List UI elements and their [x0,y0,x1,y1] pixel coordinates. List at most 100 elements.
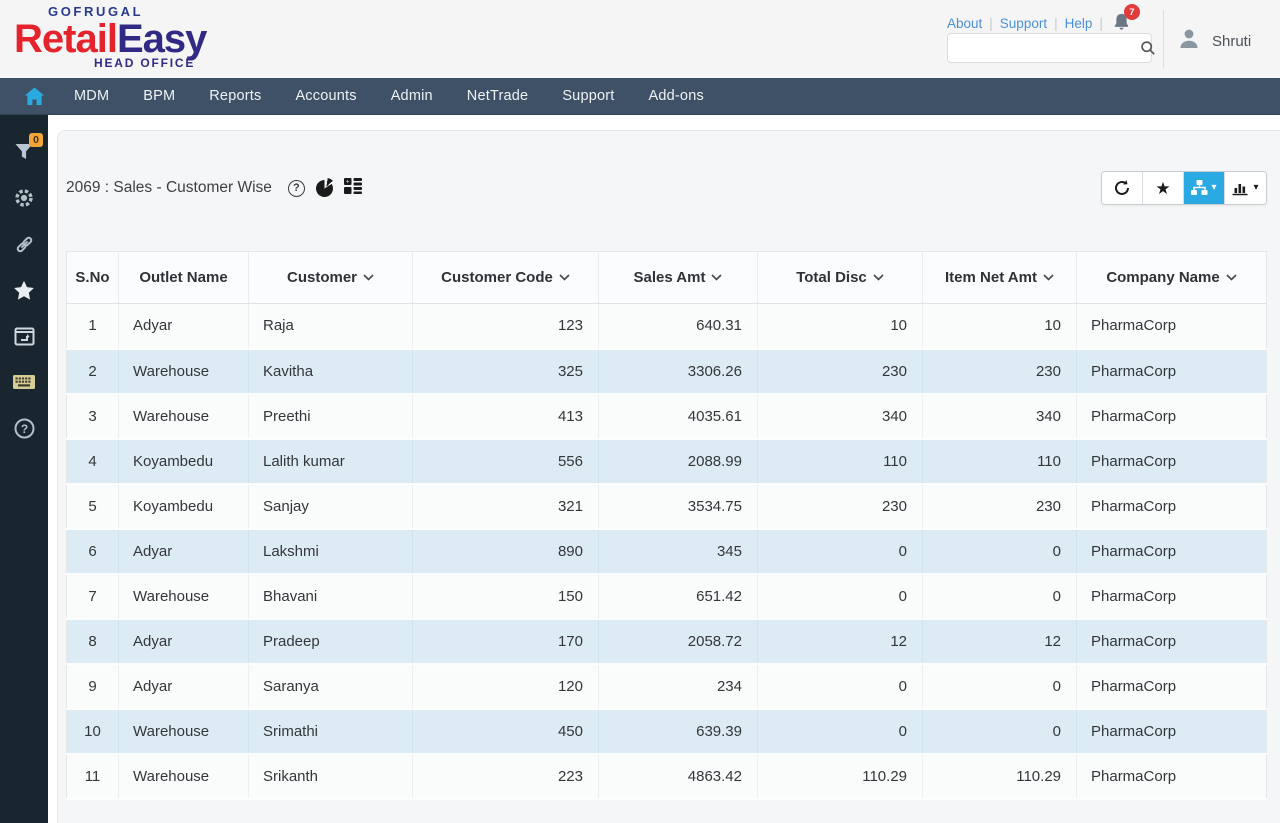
bar-chart-icon [1232,184,1248,196]
cell-customer: Kavitha [248,348,413,395]
hierarchy-icon [1191,180,1208,195]
cell-customer-code: 120 [412,663,599,710]
report-help-icon[interactable]: ? [287,179,305,197]
cell-sales-amt: 4035.61 [598,393,758,440]
sidebar-help-button[interactable]: ? [0,405,48,451]
hierarchy-view-button[interactable]: ▾ [1184,172,1225,204]
brand-head-office: HEAD OFFICE [94,56,196,70]
user-avatar-icon [1176,26,1202,57]
report-title: 2069 : Sales - Customer Wise [66,179,272,196]
home-button[interactable] [12,87,57,106]
nav-item-support[interactable]: Support [545,88,631,104]
cell-s-no: 10 [66,708,119,755]
app: GOFRUGAL RetailEasy HEAD OFFICE About | … [0,0,1280,823]
column-header-s-no: S.No [66,251,119,304]
dropdown-caret-icon: ▾ [1211,182,1217,193]
cell-customer: Lakshmi [248,528,413,575]
cell-item-net-amt: 230 [922,348,1077,395]
cell-s-no: 6 [66,528,119,575]
star-icon: ★ [1155,178,1171,198]
column-header-outlet-name: Outlet Name [118,251,249,304]
report-table: S.No Outlet Name Customer Customer Code Sale… [66,251,1267,800]
cell-customer-code: 123 [412,303,599,350]
table-row[interactable]: 4 Koyambedu Lalith kumar 556 2088.99 110 110 Ph… [66,438,1267,485]
column-header-customer-code[interactable]: Customer Code [412,251,599,304]
cell-company-name: PharmaCorp [1076,573,1267,620]
body: 0 ? 2069 : Sales - Customer Wise ? + ★ ▾… [0,115,1280,823]
filter-button[interactable]: 0 [0,129,48,175]
notifications-button[interactable]: 7 [1112,4,1140,35]
favorite-button[interactable]: ★ [1143,172,1184,204]
cell-s-no: 3 [66,393,119,440]
cell-customer: Srimathi [248,708,413,755]
refresh-icon [1115,180,1129,195]
nav-item-reports[interactable]: Reports [192,88,278,104]
favorites-button[interactable] [0,267,48,313]
table-body: 1 Adyar Raja 123 640.31 10 10 PharmaCorp 2 Wareho… [66,303,1267,800]
table-row[interactable]: 1 Adyar Raja 123 640.31 10 10 PharmaCorp [66,303,1267,350]
cell-s-no: 8 [66,618,119,665]
user-menu[interactable]: Shruti [1176,26,1251,57]
chart-view-button[interactable]: ▾ [1225,172,1266,204]
window-export-icon [14,327,34,345]
column-header-item-net-amt[interactable]: Item Net Amt [922,251,1077,304]
cell-total-disc: 230 [757,483,923,530]
cell-total-disc: 10 [757,303,923,350]
link-separator: | [989,16,993,31]
table-row[interactable]: 8 Adyar Pradeep 170 2058.72 12 12 PharmaCorp [66,618,1267,665]
home-icon [24,87,45,105]
window-export-button[interactable] [0,313,48,359]
table-row[interactable]: 10 Warehouse Srimathi 450 639.39 0 0 PharmaCorp [66,708,1267,755]
cell-outlet-name: Warehouse [118,753,249,800]
table-row[interactable]: 5 Koyambedu Sanjay 321 3534.75 230 230 PharmaCo… [66,483,1267,530]
nav-item-bpm[interactable]: BPM [126,88,192,104]
cell-total-disc: 230 [757,348,923,395]
cell-company-name: PharmaCorp [1076,528,1267,575]
table-row[interactable]: 9 Adyar Saranya 120 234 0 0 PharmaCorp [66,663,1267,710]
nav-item-admin[interactable]: Admin [374,88,450,104]
dropdown-caret-icon: ▾ [1253,182,1259,193]
table-row[interactable]: 2 Warehouse Kavitha 325 3306.26 230 230 PharmaC… [66,348,1267,395]
support-link[interactable]: Support [1000,16,1047,31]
brand-product-name: RetailEasy [14,19,207,59]
column-header-customer[interactable]: Customer [248,251,413,304]
grid-icon[interactable]: + [343,177,362,199]
cell-outlet-name: Adyar [118,303,249,350]
search-icon[interactable] [1140,40,1156,56]
column-header-company-name[interactable]: Company Name [1076,251,1267,304]
cell-total-disc: 0 [757,573,923,620]
table-row[interactable]: 11 Warehouse Srikanth 223 4863.42 110.29 110.2… [66,753,1267,800]
column-header-total-disc[interactable]: Total Disc [757,251,923,304]
column-header-sales-amt[interactable]: Sales Amt [598,251,758,304]
settings-button[interactable] [0,175,48,221]
about-link[interactable]: About [947,16,982,31]
help-link[interactable]: Help [1065,16,1093,31]
table-row[interactable]: 6 Adyar Lakshmi 890 345 0 0 PharmaCorp [66,528,1267,575]
cell-customer: Saranya [248,663,413,710]
nav-item-add-ons[interactable]: Add-ons [632,88,721,104]
cell-outlet-name: Warehouse [118,573,249,620]
table-row[interactable]: 3 Warehouse Preethi 413 4035.61 340 340 PharmaC… [66,393,1267,440]
cell-customer-code: 150 [412,573,599,620]
keyboard-shortcuts-button[interactable] [0,359,48,405]
links-button[interactable] [0,221,48,267]
cell-total-disc: 340 [757,393,923,440]
nav-item-accounts[interactable]: Accounts [278,88,373,104]
cell-item-net-amt: 0 [922,663,1077,710]
notification-count-badge: 7 [1123,4,1140,20]
nav-item-mdm[interactable]: MDM [57,88,126,104]
svg-text:?: ? [20,422,27,436]
pie-chart-icon[interactable] [312,176,337,200]
nav-item-nettrade[interactable]: NetTrade [450,88,546,104]
cell-total-disc: 0 [757,708,923,755]
cell-item-net-amt: 230 [922,483,1077,530]
cell-s-no: 7 [66,573,119,620]
cell-outlet-name: Adyar [118,528,249,575]
table-row[interactable]: 7 Warehouse Bhavani 150 651.42 0 0 PharmaCorp [66,573,1267,620]
cell-total-disc: 12 [757,618,923,665]
search-input[interactable] [948,40,1140,56]
table-header-row: S.No Outlet Name Customer Customer Code Sale… [66,251,1267,304]
refresh-button[interactable] [1102,172,1143,204]
cell-item-net-amt: 340 [922,393,1077,440]
main-content: 2069 : Sales - Customer Wise ? + ★ ▾ ▾ S… [48,115,1280,823]
